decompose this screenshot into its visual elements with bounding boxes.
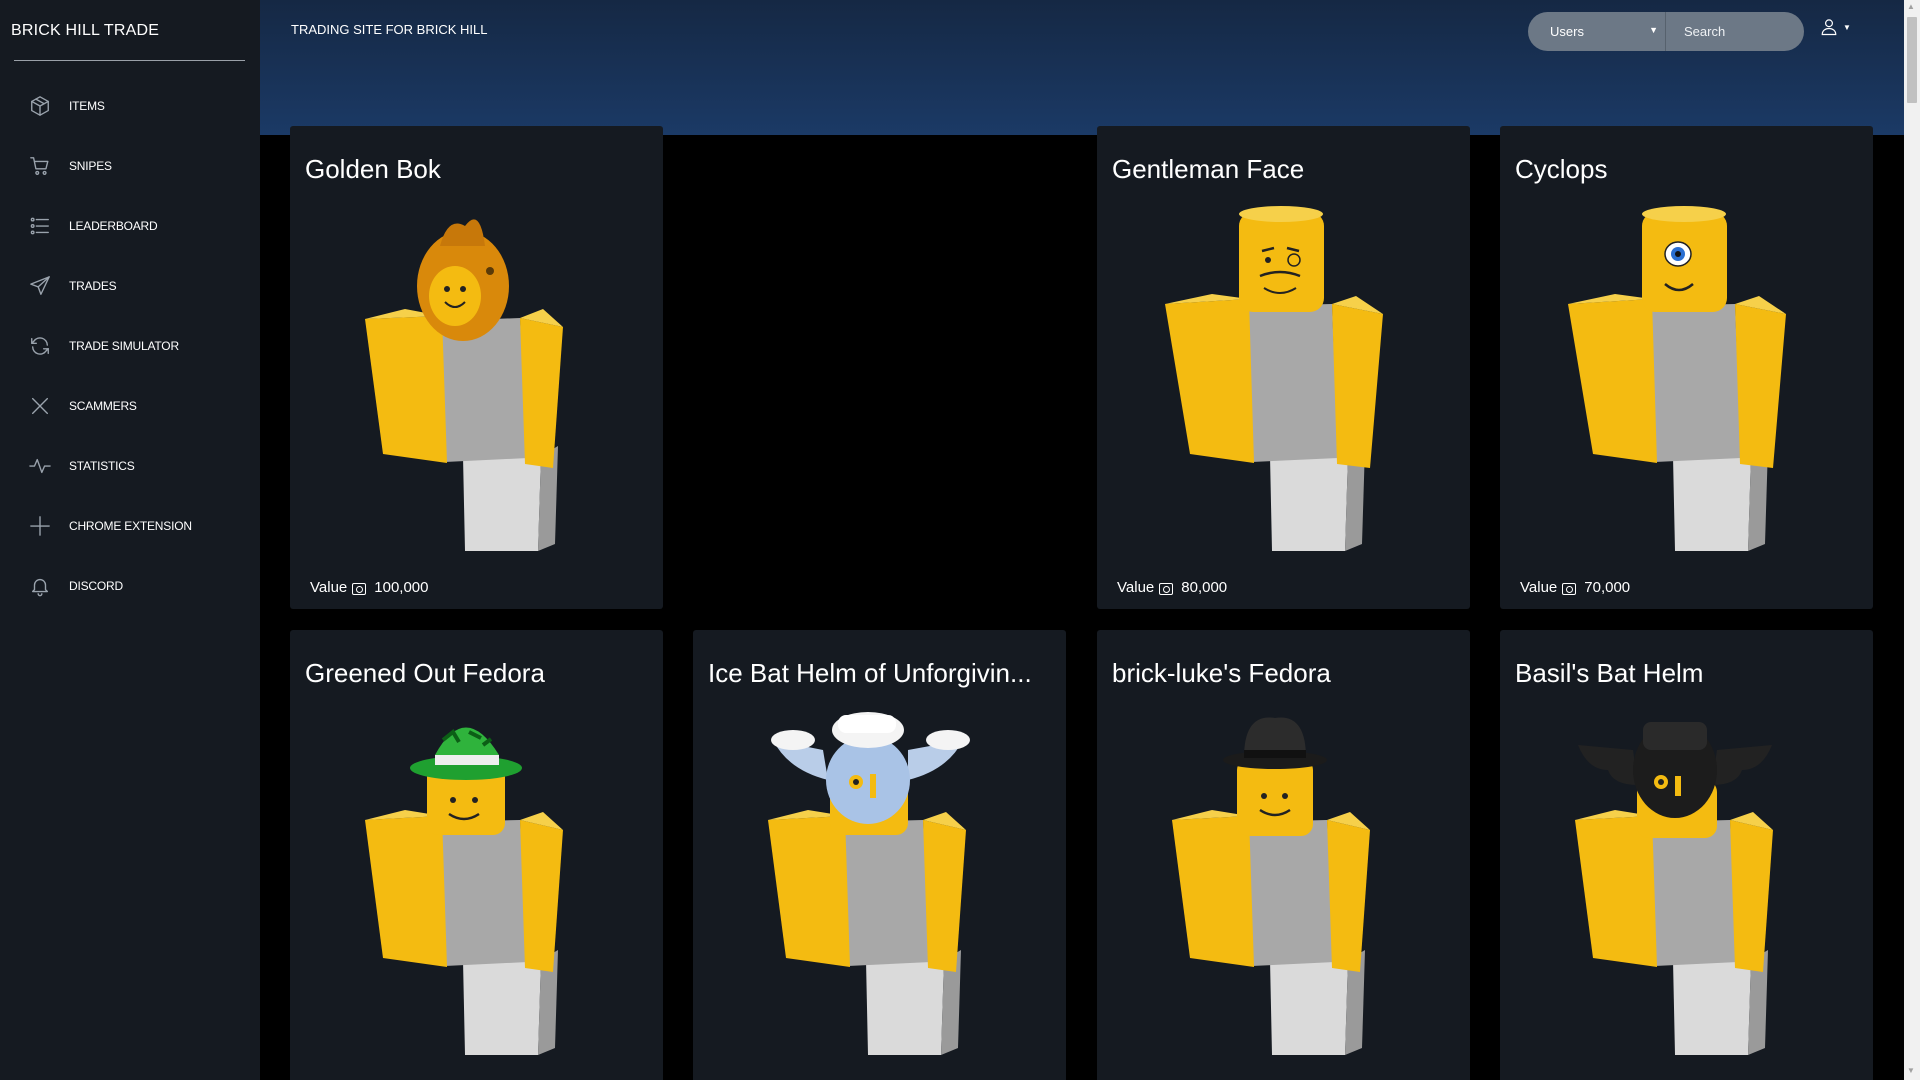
bell-icon xyxy=(28,574,52,598)
sidebar-item-chrome-extension[interactable]: CHROME EXTENSION xyxy=(0,496,260,556)
search-input[interactable] xyxy=(1666,12,1804,51)
bits-currency-icon xyxy=(1562,582,1577,595)
item-title[interactable]: Basil's Bat Helm xyxy=(1515,658,1865,689)
scroll-down-arrow-icon[interactable]: ▼ xyxy=(1907,1066,1915,1075)
bits-currency-icon xyxy=(1159,582,1174,595)
item-title[interactable]: Greened Out Fedora xyxy=(305,658,655,689)
sidebar-item-discord[interactable]: DISCORD xyxy=(0,556,260,616)
sidebar-item-label: STATISTICS xyxy=(69,459,135,473)
item-card[interactable]: Gentleman Face Value 80,000 xyxy=(1097,126,1470,609)
cyclops-avatar-image xyxy=(1568,206,1786,551)
activity-icon xyxy=(28,454,52,478)
sidebar-item-label: TRADE SIMULATOR xyxy=(69,339,179,353)
user-menu-button[interactable]: ▼ xyxy=(1820,18,1851,36)
chevron-down-icon: ▼ xyxy=(1649,25,1658,35)
greened-out-fedora-avatar-image xyxy=(365,727,563,1055)
item-card[interactable]: Greened Out Fedora xyxy=(290,630,663,1080)
value-amount: 100,000 xyxy=(374,579,429,596)
sidebar-item-label: TRADES xyxy=(69,279,117,293)
value-label: Value xyxy=(310,579,348,596)
send-icon xyxy=(28,274,52,298)
sidebar-item-leaderboard[interactable]: LEADERBOARD xyxy=(0,196,260,256)
sidebar-item-label: DISCORD xyxy=(69,579,123,593)
scroll-thumb[interactable] xyxy=(1907,17,1917,103)
item-title[interactable]: brick-luke's Fedora xyxy=(1112,658,1462,689)
item-title[interactable]: Gentleman Face xyxy=(1112,154,1462,185)
value-label: Value xyxy=(1117,579,1155,596)
item-card[interactable]: Basil's Bat Helm xyxy=(1500,630,1873,1080)
item-title[interactable]: Cyclops xyxy=(1515,154,1865,185)
value-amount: 70,000 xyxy=(1584,579,1631,596)
list-icon xyxy=(28,214,52,238)
golden-bok-avatar-image xyxy=(365,219,563,551)
item-card[interactable]: Ice Bat Helm of Unforgivin... xyxy=(693,630,1066,1080)
sidebar-item-snipes[interactable]: SNIPES xyxy=(0,136,260,196)
caret-down-icon: ▼ xyxy=(1843,22,1851,32)
sidebar-item-label: SCAMMERS xyxy=(69,399,137,413)
sidebar: BRICK HILL TRADE ITEMS SNIPES LEADERBOAR… xyxy=(0,0,260,1080)
search-type-value: Users xyxy=(1550,24,1584,39)
refresh-icon xyxy=(28,334,52,358)
sidebar-item-trades[interactable]: TRADES xyxy=(0,256,260,316)
x-icon xyxy=(28,394,52,418)
sidebar-item-label: SNIPES xyxy=(69,159,112,173)
value-amount: 80,000 xyxy=(1181,579,1228,596)
plus-icon xyxy=(28,514,52,538)
sidebar-item-label: CHROME EXTENSION xyxy=(69,519,192,533)
search-group: Users ▼ xyxy=(1528,12,1804,51)
item-title[interactable]: Golden Bok xyxy=(305,154,655,185)
bits-currency-icon xyxy=(352,582,367,595)
ice-bat-helm-avatar-image xyxy=(768,712,970,1055)
sidebar-item-items[interactable]: ITEMS xyxy=(0,76,260,136)
sidebar-item-label: LEADERBOARD xyxy=(69,219,158,233)
sidebar-item-trade-simulator[interactable]: TRADE SIMULATOR xyxy=(0,316,260,376)
item-value: Value 100,000 xyxy=(310,579,429,596)
sidebar-item-label: ITEMS xyxy=(69,99,105,113)
page-scrollbar[interactable]: ▲ ▼ xyxy=(1904,0,1920,1080)
header-banner: TRADING SITE FOR BRICK HILL Users ▼ ▼ xyxy=(260,0,1904,135)
box-icon xyxy=(28,94,52,118)
basils-bat-helm-avatar-image xyxy=(1575,722,1773,1055)
value-label: Value xyxy=(1520,579,1558,596)
brand-divider xyxy=(14,60,245,61)
item-value: Value 70,000 xyxy=(1520,579,1630,596)
cart-icon xyxy=(28,154,52,178)
gentleman-face-avatar-image xyxy=(1165,206,1383,551)
user-icon xyxy=(1821,19,1837,36)
brand-title[interactable]: BRICK HILL TRADE xyxy=(11,22,159,40)
item-title[interactable]: Ice Bat Helm of Unforgivin... xyxy=(708,658,1058,689)
item-value: Value 80,000 xyxy=(1117,579,1227,596)
item-card[interactable]: Golden Bok Value 100,000 xyxy=(290,126,663,609)
site-subtitle: TRADING SITE FOR BRICK HILL xyxy=(291,22,488,37)
search-type-select[interactable]: Users ▼ xyxy=(1528,12,1666,51)
brick-lukes-fedora-avatar-image xyxy=(1172,717,1370,1055)
sidebar-item-statistics[interactable]: STATISTICS xyxy=(0,436,260,496)
scroll-up-arrow-icon[interactable]: ▲ xyxy=(1907,2,1915,11)
item-card[interactable]: Cyclops Value 70,000 xyxy=(1500,126,1873,609)
sidebar-item-scammers[interactable]: SCAMMERS xyxy=(0,376,260,436)
sidebar-nav: ITEMS SNIPES LEADERBOARD TRADES TRADE SI… xyxy=(0,76,260,616)
item-card[interactable]: brick-luke's Fedora xyxy=(1097,630,1470,1080)
